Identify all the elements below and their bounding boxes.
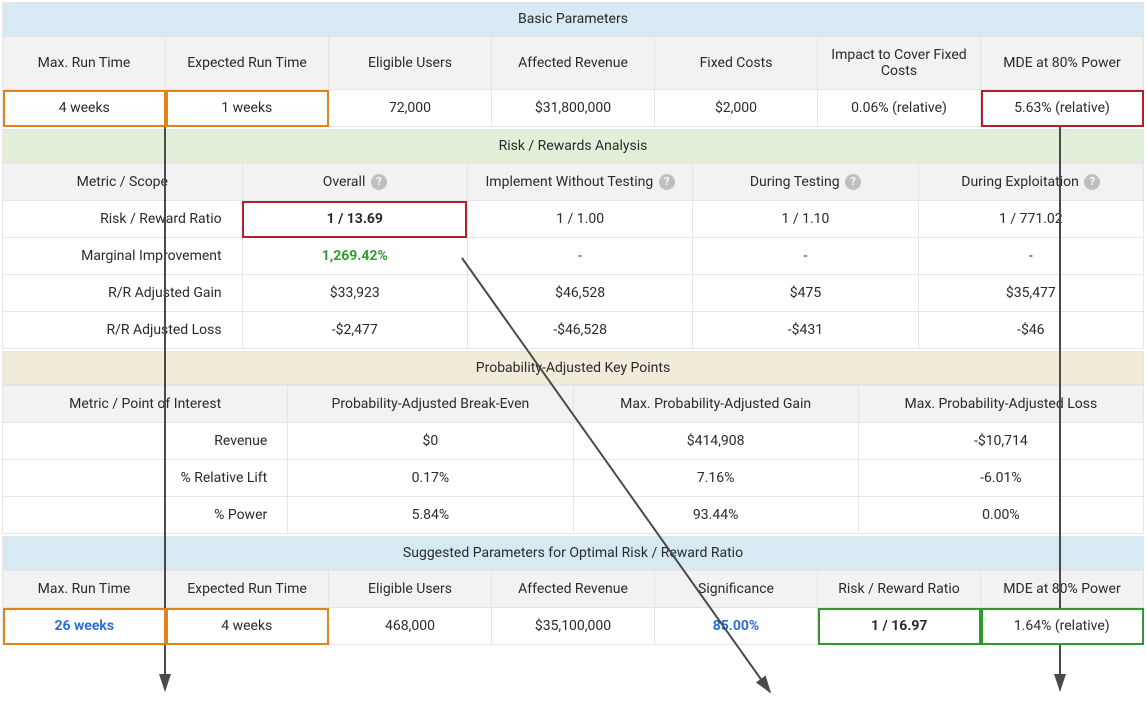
basic-header: Expected Run Time [166,37,329,90]
risk-cell: $475 [693,275,918,312]
risk-row-label: Marginal Improvement [3,238,243,275]
help-icon[interactable]: ? [845,174,861,190]
risk-cell: $46,528 [467,275,692,312]
sug-mde: 1.64% (relative) [981,608,1144,645]
sug-header: Max. Run Time [3,571,166,608]
suggested-section: Suggested Parameters for Optimal Risk / … [2,536,1144,645]
prob-cell: 93.44% [573,497,858,534]
risk-cell: - [467,238,692,275]
prob-col0: Metric / Point of Interest [3,386,288,423]
probability-title: Probability-Adjusted Key Points [2,351,1144,385]
sug-header: Significance [655,571,818,608]
risk-cell: -$2,477 [242,312,467,349]
sug-header: Affected Revenue [492,571,655,608]
risk-cell: $35,477 [918,275,1143,312]
basic-parameters-section: Basic Parameters Max. Run Time Expected … [2,2,1144,127]
sug-affected-revenue: $35,100,000 [492,608,655,645]
prob-cell: 0.00% [858,497,1143,534]
risk-row-label: Risk / Reward Ratio [3,201,243,238]
prob-cell: -$10,714 [858,423,1143,460]
probability-section: Probability-Adjusted Key Points Metric /… [2,351,1144,534]
prob-cell: $414,908 [573,423,858,460]
sug-header: MDE at 80% Power [981,571,1144,608]
suggested-title: Suggested Parameters for Optimal Risk / … [2,536,1144,570]
help-icon[interactable]: ? [659,174,675,190]
basic-header: Eligible Users [329,37,492,90]
risk-rewards-title: Risk / Rewards Analysis [2,129,1144,163]
prob-cell: 7.16% [573,460,858,497]
prob-col: Max. Probability-Adjusted Gain [573,386,858,423]
prob-cell: -6.01% [858,460,1143,497]
sug-header: Eligible Users [329,571,492,608]
marginal-improvement: 1,269.42% [242,238,467,275]
risk-col: Overall [323,174,366,190]
risk-rewards-table: Metric / Scope Overall ? Implement Witho… [2,163,1144,349]
risk-row-label: R/R Adjusted Loss [3,312,243,349]
prob-cell: $0 [288,423,573,460]
basic-expected-run-time: 1 weeks [166,90,329,127]
prob-row-label: % Power [3,497,288,534]
risk-reward-ratio-overall: 1 / 13.69 [242,201,467,238]
basic-max-run-time: 4 weeks [3,90,166,127]
risk-cell: 1 / 1.10 [693,201,918,238]
basic-header: MDE at 80% Power [981,37,1144,90]
prob-row-label: Revenue [3,423,288,460]
prob-col: Max. Probability-Adjusted Loss [858,386,1143,423]
prob-cell: 5.84% [288,497,573,534]
basic-header: Affected Revenue [492,37,655,90]
sug-eligible-users: 468,000 [329,608,492,645]
prob-col: Probability-Adjusted Break-Even [288,386,573,423]
risk-cell: $33,923 [242,275,467,312]
sug-header: Risk / Reward Ratio [818,571,981,608]
prob-cell: 0.17% [288,460,573,497]
risk-col: Implement Without Testing [486,174,654,190]
basic-affected-revenue: $31,800,000 [492,90,655,127]
basic-parameters-table: Max. Run Time Expected Run Time Eligible… [2,36,1144,127]
basic-mde: 5.63% (relative) [981,90,1144,127]
risk-cell: 1 / 1.00 [467,201,692,238]
risk-cell: -$46 [918,312,1143,349]
sug-risk-reward: 1 / 16.97 [818,608,981,645]
risk-cell: -$431 [693,312,918,349]
basic-header: Impact to Cover Fixed Costs [818,37,981,90]
help-icon[interactable]: ? [1084,174,1100,190]
risk-cell: -$46,528 [467,312,692,349]
probability-table: Metric / Point of Interest Probability-A… [2,385,1144,534]
basic-header: Max. Run Time [3,37,166,90]
risk-col0: Metric / Scope [3,164,243,201]
prob-row-label: % Relative Lift [3,460,288,497]
sug-header: Expected Run Time [166,571,329,608]
risk-cell: - [918,238,1143,275]
help-icon[interactable]: ? [371,174,387,190]
risk-cell: 1 / 771.02 [918,201,1143,238]
basic-eligible-users: 72,000 [329,90,492,127]
basic-header: Fixed Costs [655,37,818,90]
sug-max-run-time: 26 weeks [3,608,166,645]
risk-col: During Exploitation [961,174,1079,190]
risk-rewards-section: Risk / Rewards Analysis Metric / Scope O… [2,129,1144,349]
sug-significance: 85.00% [655,608,818,645]
basic-impact-cover-fixed: 0.06% (relative) [818,90,981,127]
risk-col: During Testing [750,174,840,190]
sug-expected-run-time: 4 weeks [166,608,329,645]
basic-fixed-costs: $2,000 [655,90,818,127]
risk-cell: - [693,238,918,275]
suggested-table: Max. Run Time Expected Run Time Eligible… [2,570,1144,645]
risk-row-label: R/R Adjusted Gain [3,275,243,312]
basic-parameters-title: Basic Parameters [2,2,1144,36]
